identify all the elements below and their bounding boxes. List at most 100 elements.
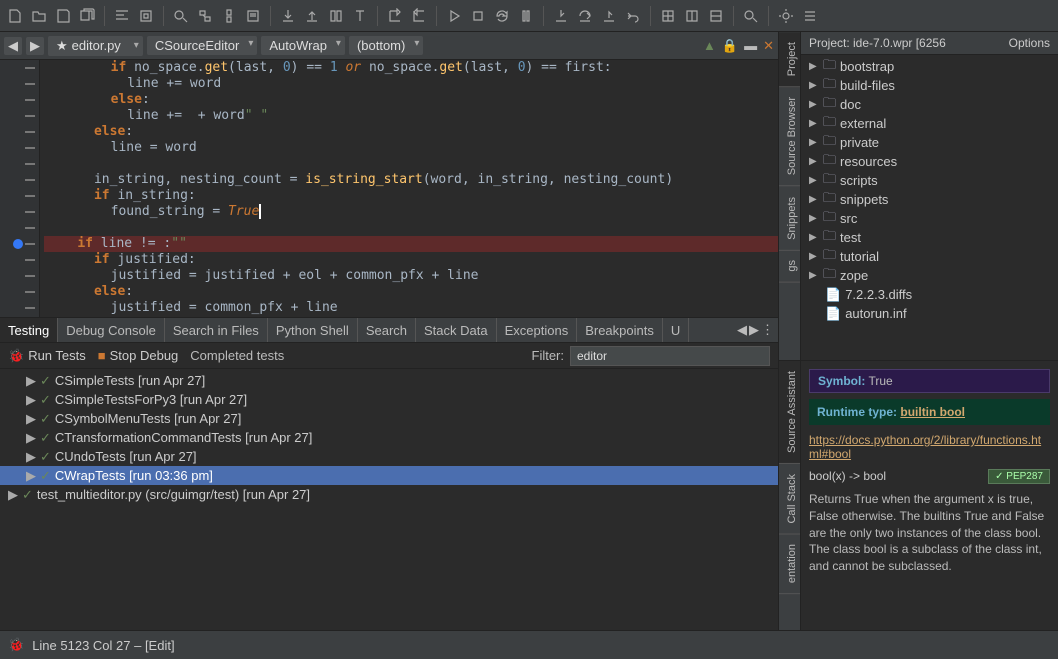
project-file[interactable]: 📄autorun.inf (801, 304, 1058, 323)
filter-input[interactable] (570, 346, 770, 366)
bottom-tab-debug-console[interactable]: Debug Console (58, 318, 165, 342)
expand-icon[interactable]: ▶ (809, 118, 819, 129)
search-icon[interactable] (170, 5, 192, 27)
bottom-tab-python-shell[interactable]: Python Shell (268, 318, 358, 342)
test-row[interactable]: ▶✓CSymbolMenuTests [run Apr 27] (0, 409, 778, 428)
code-line[interactable]: line = word (44, 140, 778, 156)
expand-icon[interactable]: ▶ (809, 213, 819, 224)
vtab-gs[interactable]: gs (779, 250, 800, 283)
bottom-tab-exceptions[interactable]: Exceptions (497, 318, 578, 342)
save-icon[interactable] (52, 5, 74, 27)
script-icon[interactable] (242, 5, 264, 27)
code-line[interactable]: else: (44, 124, 778, 140)
expand-icon[interactable]: ▶ (809, 251, 819, 262)
project-options-button[interactable]: Options (1009, 36, 1050, 50)
code-line[interactable]: in_string, nesting_count = is_string_sta… (44, 172, 778, 188)
save-all-icon[interactable] (76, 5, 98, 27)
code-line[interactable]: line += word (44, 76, 778, 92)
project-folder[interactable]: ▶🗀tutorial (801, 247, 1058, 266)
expand-icon[interactable]: ▶ (26, 430, 36, 446)
indent-icon[interactable] (111, 5, 133, 27)
text-tool-icon[interactable] (349, 5, 371, 27)
expand-icon[interactable]: ▶ (26, 411, 36, 427)
code-line[interactable]: line += + word" " (44, 108, 778, 124)
bottom-tab-stack-data[interactable]: Stack Data (416, 318, 497, 342)
lock-icon[interactable]: 🔒 (722, 38, 738, 54)
project-folder[interactable]: ▶🗀doc (801, 95, 1058, 114)
minimize-icon[interactable]: ▬ (744, 38, 757, 53)
test-row[interactable]: ▶✓CSimpleTestsForPy3 [run Apr 27] (0, 390, 778, 409)
project-folder[interactable]: ▶🗀src (801, 209, 1058, 228)
nav-forward-button[interactable]: ▶ (26, 37, 44, 55)
code-line[interactable]: found_string = True (44, 204, 778, 220)
refresh-icon[interactable] (491, 5, 513, 27)
code-line[interactable] (44, 156, 778, 172)
code-line[interactable]: if in_string: (44, 188, 778, 204)
file-out-icon[interactable] (384, 5, 406, 27)
code-line[interactable]: if line != :"" (44, 236, 778, 252)
project-tree[interactable]: ▶🗀bootstrap▶🗀build-files▶🗀doc▶🗀external▶… (801, 55, 1058, 360)
vtab-call-stack[interactable]: Call Stack (779, 464, 800, 535)
position-selector[interactable]: (bottom) (349, 36, 423, 55)
runtime-type-link[interactable]: builtin bool (900, 405, 965, 419)
settings-icon[interactable] (775, 5, 797, 27)
nav-back-button[interactable]: ◀ (4, 37, 22, 55)
project-folder[interactable]: ▶🗀scripts (801, 171, 1058, 190)
project-folder[interactable]: ▶🗀resources (801, 152, 1058, 171)
step-return-icon[interactable] (622, 5, 644, 27)
test-row[interactable]: ▶✓CSimpleTests [run Apr 27] (0, 371, 778, 390)
export-icon[interactable] (277, 5, 299, 27)
python-icon[interactable] (218, 5, 240, 27)
bottom-tab-search[interactable]: Search (358, 318, 416, 342)
grid3-icon[interactable] (705, 5, 727, 27)
editor-gutter[interactable] (0, 60, 40, 317)
class-nav-icon[interactable] (135, 5, 157, 27)
warning-icon[interactable]: ▲ (703, 38, 716, 53)
bug-icon[interactable]: 🐞 (8, 637, 24, 653)
test-row[interactable]: ▶✓CWrapTests [run 03:36 pm] (0, 466, 778, 485)
expand-icon[interactable]: ▶ (809, 270, 819, 281)
code-line[interactable]: justified = justified + eol + common_pfx… (44, 268, 778, 284)
step-over-icon[interactable] (574, 5, 596, 27)
project-folder[interactable]: ▶🗀bootstrap (801, 57, 1058, 76)
magnify-icon[interactable] (740, 5, 762, 27)
code-line[interactable]: if justified: (44, 252, 778, 268)
folder-open-icon[interactable] (28, 5, 50, 27)
pause-icon[interactable] (515, 5, 537, 27)
stop-debug-button[interactable]: ■ Stop Debug (98, 348, 179, 363)
vtab-source-browser[interactable]: Source Browser (779, 87, 800, 186)
vtab-entation[interactable]: entation (779, 534, 800, 594)
code-line[interactable]: justified = common_pfx + line (44, 300, 778, 316)
project-folder[interactable]: ▶🗀build-files (801, 76, 1058, 95)
expand-icon[interactable]: ▶ (26, 392, 36, 408)
file-in-icon[interactable] (408, 5, 430, 27)
breakpoint-icon[interactable] (13, 239, 23, 249)
step-out-icon[interactable] (598, 5, 620, 27)
replace-icon[interactable] (194, 5, 216, 27)
test-file-row[interactable]: ▶✓test_multieditor.py (src/guimgr/test) … (0, 485, 778, 504)
code-line[interactable]: else: (44, 92, 778, 108)
expand-icon[interactable]: ▶ (8, 487, 18, 503)
project-folder[interactable]: ▶🗀zope (801, 266, 1058, 285)
project-file[interactable]: 📄7.2.2.3.diffs (801, 285, 1058, 304)
grid1-icon[interactable] (657, 5, 679, 27)
project-folder[interactable]: ▶🗀external (801, 114, 1058, 133)
expand-icon[interactable]: ▶ (809, 137, 819, 148)
vtab-project[interactable]: Project (779, 32, 800, 87)
code-line[interactable]: if no_space.get(last, 0) == 1 or no_spac… (44, 60, 778, 76)
code-line[interactable]: else: (44, 284, 778, 300)
tab-menu-icon[interactable]: ⋮ (761, 322, 774, 338)
expand-icon[interactable]: ▶ (809, 194, 819, 205)
class-selector[interactable]: CSourceEditor (147, 36, 258, 55)
code-editor[interactable]: if no_space.get(last, 0) == 1 or no_spac… (0, 60, 778, 317)
vtab-source-assistant[interactable]: Source Assistant (779, 361, 800, 464)
expand-icon[interactable]: ▶ (809, 232, 819, 243)
grid2-icon[interactable] (681, 5, 703, 27)
bottom-tab-breakpoints[interactable]: Breakpoints (577, 318, 663, 342)
expand-icon[interactable]: ▶ (809, 175, 819, 186)
expand-icon[interactable]: ▶ (809, 80, 819, 91)
bottom-tab-u[interactable]: U (663, 318, 689, 342)
expand-icon[interactable]: ▶ (809, 99, 819, 110)
vtab-snippets[interactable]: Snippets (779, 187, 800, 251)
step-into-icon[interactable] (550, 5, 572, 27)
